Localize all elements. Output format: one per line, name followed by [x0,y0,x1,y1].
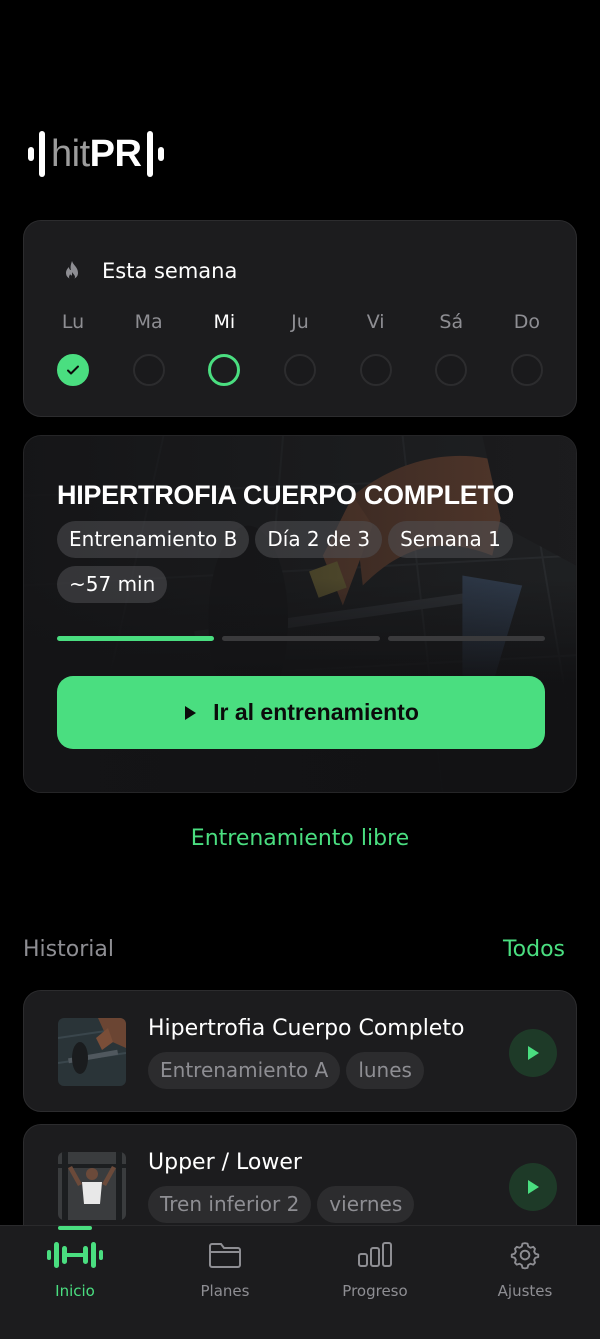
day-friday[interactable]: Vi [347,311,405,386]
play-icon [185,705,197,720]
history-title: Historial [23,937,114,962]
tab-label: Ajustes [497,1282,553,1300]
play-icon [528,1046,539,1060]
day-label: Ju [291,311,309,333]
workout-progress [57,636,545,641]
go-to-workout-label: Ir al entrenamiento [213,699,419,725]
day-tuesday[interactable]: Ma [120,311,178,386]
day-sunday[interactable]: Do [498,311,556,386]
workout-title: HIPERTROFIA CUERPO COMPLETO [57,480,514,510]
day-label: Lu [61,311,85,333]
history-item[interactable]: Hipertrofia Cuerpo Completo Entrenamient… [23,990,577,1112]
history-tag: Tren inferior 2 [148,1186,312,1223]
history-tag: lunes [346,1052,424,1089]
day-current-indicator [208,354,241,386]
history-item-tags: Entrenamiento A lunes [148,1052,424,1089]
day-label: Do [513,311,541,333]
week-card: Esta semana Lu Ma Mi Ju Vi Sá Do [23,220,577,417]
dumbbell-icon [47,1242,103,1268]
day-label: Sá [439,311,464,333]
history-tag: viernes [317,1186,415,1223]
day-indicator [435,354,468,386]
logo-bars-left [28,131,45,177]
go-to-workout-button[interactable]: Ir al entrenamiento [57,676,545,749]
tab-planes[interactable]: Planes [150,1226,300,1339]
week-header: Esta semana [60,259,237,283]
day-wednesday[interactable]: Mi [195,311,253,386]
logo-text: hitPR [51,133,142,175]
day-label: Ma [134,311,163,333]
tab-ajustes[interactable]: Ajustes [450,1226,600,1339]
workout-chip: Entrenamiento B [57,521,250,558]
history-item-name: Upper / Lower [148,1150,302,1175]
day-indicator [283,354,316,386]
app-logo: hitPR [28,130,165,178]
current-workout-card[interactable]: HIPERTROFIA CUERPO COMPLETO Entrenamient… [23,435,577,793]
day-indicator [132,354,165,386]
workout-chips: Entrenamiento B Día 2 de 3 Semana 1 ~57 … [57,521,517,603]
history-item-name: Hipertrofia Cuerpo Completo [148,1016,465,1041]
tab-inicio[interactable]: Inicio [0,1226,150,1339]
history-item-tags: Tren inferior 2 viernes [148,1186,415,1223]
logo-bars-right [147,131,165,177]
day-saturday[interactable]: Sá [422,311,480,386]
day-indicator [359,354,392,386]
day-done-indicator [57,354,89,386]
bottom-tab-bar: Inicio Planes Progreso Ajustes [0,1225,600,1339]
history-thumbnail [58,1018,126,1086]
progress-segment-done [57,636,215,641]
tab-label: Inicio [55,1282,95,1300]
history-thumbnail [58,1152,126,1220]
workout-chip: ~57 min [57,566,168,603]
workout-chip: Día 2 de 3 [255,521,383,558]
free-workout-link[interactable]: Entrenamiento libre [0,826,600,851]
day-label: Mi [213,311,236,333]
tab-label: Planes [200,1282,250,1300]
day-indicator [510,354,543,386]
check-icon [67,365,79,375]
day-label: Vi [366,311,385,333]
history-all-link[interactable]: Todos [503,937,565,962]
bar-chart-icon [358,1242,392,1267]
week-title: Esta semana [102,259,238,283]
day-monday[interactable]: Lu [44,311,102,386]
progress-segment [222,636,380,641]
tab-label: Progreso [342,1282,408,1300]
tab-progreso[interactable]: Progreso [300,1226,450,1339]
play-icon [528,1180,539,1194]
history-tag: Entrenamiento A [148,1052,341,1089]
gear-icon [510,1242,540,1270]
week-days: Lu Ma Mi Ju Vi Sá Do [44,311,556,386]
history-play-button[interactable] [509,1029,557,1077]
day-thursday[interactable]: Ju [271,311,329,386]
progress-segment [387,636,545,641]
active-tab-indicator [58,1226,92,1230]
history-play-button[interactable] [509,1163,557,1211]
flame-icon [66,261,78,280]
workout-chip: Semana 1 [388,521,513,558]
folder-icon [209,1243,241,1268]
